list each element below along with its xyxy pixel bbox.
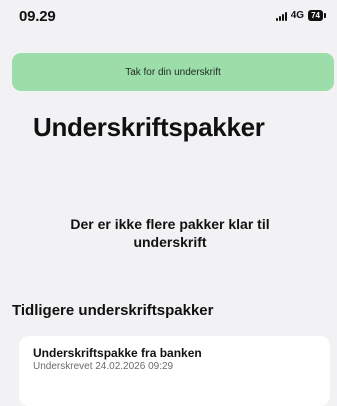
- battery-icon: 74: [308, 10, 326, 21]
- status-indicators: 4G 74: [275, 10, 326, 21]
- status-bar: 09.29 4G 74: [0, 0, 337, 30]
- package-signed-date: Underskrevet 24.02.2026 09:29: [33, 361, 174, 372]
- confirmation-toast: Tak for din underskrift: [12, 53, 334, 91]
- package-card[interactable]: Underskriftspakke fra banken Underskreve…: [19, 336, 330, 406]
- network-type-label: 4G: [290, 10, 305, 21]
- empty-state-message: Der er ikke flere pakker klar til unders…: [70, 216, 270, 250]
- previous-packages-heading: Tidligere underskriftspakker: [12, 302, 214, 319]
- page-title: Underskriftspakker: [33, 112, 265, 142]
- signal-strength-icon: [275, 11, 287, 21]
- status-time: 09.29: [19, 8, 56, 25]
- toast-message: Tak for din underskrift: [125, 66, 221, 78]
- package-title: Underskriftspakke fra banken: [33, 346, 202, 360]
